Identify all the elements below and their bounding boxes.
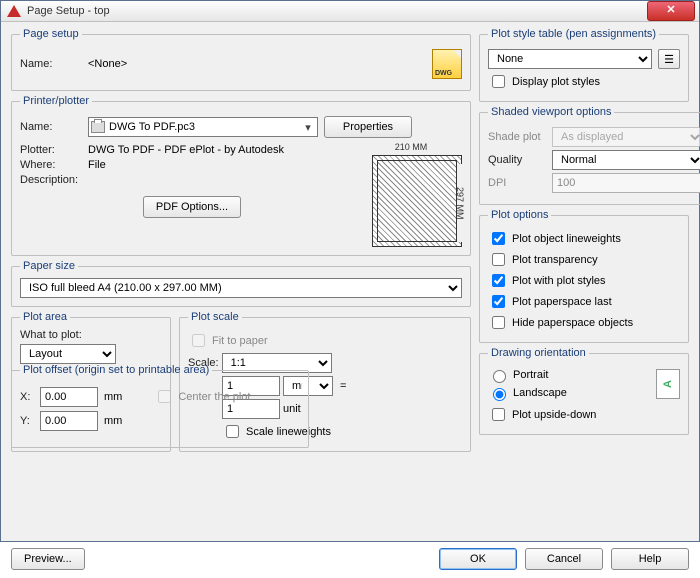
cancel-button[interactable]: Cancel (525, 548, 603, 570)
dpi-label: DPI (488, 177, 546, 189)
plot-option-checkbox[interactable] (492, 253, 505, 266)
upside-down-label: Plot upside-down (512, 409, 596, 421)
offset-x-label: X: (20, 391, 34, 403)
dialog-window: Page Setup - top ✕ Page setup Name: <Non… (0, 0, 700, 542)
list-icon: ☰ (664, 53, 674, 66)
description-label: Description: (20, 174, 82, 186)
properties-button[interactable]: Properties (324, 116, 412, 138)
display-plot-styles-checkbox[interactable] (492, 75, 505, 88)
page-name-label: Name: (20, 58, 82, 70)
where-value: File (88, 159, 106, 171)
preview-button[interactable]: Preview... (11, 548, 85, 570)
shaded-viewport-group: Shaded viewport options Shade plot As dis… (479, 106, 700, 205)
plot-option-checkbox[interactable] (492, 232, 505, 245)
printer-name-label: Name: (20, 121, 82, 133)
plot-option-row: Hide paperspace objects (488, 313, 680, 332)
what-to-plot-label: What to plot: (20, 329, 162, 341)
shade-plot-select: As displayed (552, 127, 700, 147)
printer-group: Printer/plotter Name: DWG To PDF.pc3 ▾ P… (11, 95, 471, 256)
pdf-options-button[interactable]: PDF Options... (143, 196, 241, 218)
paper-size-legend: Paper size (20, 260, 78, 272)
shade-plot-label: Shade plot (488, 131, 546, 143)
help-button[interactable]: Help (611, 548, 689, 570)
printer-name-select[interactable]: DWG To PDF.pc3 ▾ (88, 117, 318, 137)
landscape-radio[interactable] (493, 388, 506, 401)
portrait-label: Portrait (513, 369, 548, 381)
plot-options-legend: Plot options (488, 209, 551, 221)
app-icon (7, 5, 21, 17)
window-title: Page Setup - top (27, 5, 647, 17)
plot-options-group: Plot options Plot object lineweights Plot… (479, 209, 689, 343)
plot-option-label: Plot object lineweights (512, 233, 621, 245)
orientation-icon: A (656, 369, 680, 399)
plot-option-checkbox[interactable] (492, 274, 505, 287)
plot-option-checkbox[interactable] (492, 295, 505, 308)
page-setup-group: Page setup Name: <None> DWG (11, 28, 471, 91)
paper-preview: 210 MM 297 MM (372, 155, 462, 247)
center-plot-checkbox (158, 390, 171, 403)
chevron-down-icon: ▾ (301, 121, 315, 134)
plot-option-label: Plot with plot styles (512, 275, 606, 287)
plot-option-label: Plot transparency (512, 254, 598, 266)
plot-option-row: Plot with plot styles (488, 271, 680, 290)
portrait-radio[interactable] (493, 370, 506, 383)
paper-size-select[interactable]: ISO full bleed A4 (210.00 x 297.00 MM) (20, 278, 462, 298)
page-name-value: <None> (88, 58, 127, 70)
plotter-value: DWG To PDF - PDF ePlot - by Autodesk (88, 144, 284, 156)
plot-offset-legend: Plot offset (origin set to printable are… (20, 364, 212, 376)
plot-style-group: Plot style table (pen assignments) None … (479, 28, 689, 102)
printer-icon (91, 121, 105, 133)
plot-option-label: Plot paperspace last (512, 296, 612, 308)
equals-label: = (336, 380, 350, 392)
orientation-group: Drawing orientation Portrait Landscape A… (479, 347, 689, 435)
quality-label: Quality (488, 154, 546, 166)
plot-style-edit-button[interactable]: ☰ (658, 49, 680, 69)
orientation-legend: Drawing orientation (488, 347, 589, 359)
plot-option-checkbox[interactable] (492, 316, 505, 329)
dpi-input (552, 173, 700, 193)
display-plot-styles-label: Display plot styles (512, 76, 600, 88)
plot-option-row: Plot transparency (488, 250, 680, 269)
plot-scale-legend: Plot scale (188, 311, 242, 323)
offset-y-input[interactable] (40, 411, 98, 431)
paper-size-group: Paper size ISO full bleed A4 (210.00 x 2… (11, 260, 471, 307)
what-to-plot-select[interactable]: Layout (20, 344, 116, 364)
fit-to-paper-label: Fit to paper (212, 335, 268, 347)
right-column: Plot style table (pen assignments) None … (479, 28, 689, 540)
where-label: Where: (20, 159, 82, 171)
offset-y-unit: mm (104, 415, 122, 427)
quality-select[interactable]: Normal (552, 150, 700, 170)
center-plot-label: Center the plot (178, 391, 250, 403)
offset-y-label: Y: (20, 415, 34, 427)
page-setup-legend: Page setup (20, 28, 82, 40)
plot-style-legend: Plot style table (pen assignments) (488, 28, 659, 40)
plotter-label: Plotter: (20, 144, 82, 156)
dialog-body: Page setup Name: <None> DWG Printer/plot… (1, 22, 699, 544)
landscape-label: Landscape (513, 387, 567, 399)
preview-width-label: 210 MM (373, 142, 449, 152)
dwg-icon: DWG (432, 49, 462, 79)
offset-x-unit: mm (104, 391, 122, 403)
shaded-legend: Shaded viewport options (488, 106, 614, 118)
plot-area-legend: Plot area (20, 311, 70, 323)
plot-offset-group: Plot offset (origin set to printable are… (11, 364, 309, 448)
printer-legend: Printer/plotter (20, 95, 92, 107)
ok-button[interactable]: OK (439, 548, 517, 570)
dialog-footer: Preview... OK Cancel Help (1, 544, 699, 578)
fit-to-paper-checkbox (192, 334, 205, 347)
plot-option-row: Plot paperspace last (488, 292, 680, 311)
upside-down-checkbox[interactable] (492, 408, 505, 421)
plot-option-label: Hide paperspace objects (512, 317, 633, 329)
plot-option-row: Plot object lineweights (488, 229, 680, 248)
titlebar: Page Setup - top ✕ (1, 1, 699, 22)
plot-style-select[interactable]: None (488, 49, 652, 69)
close-button[interactable]: ✕ (647, 1, 695, 21)
offset-x-input[interactable] (40, 387, 98, 407)
left-column: Page setup Name: <None> DWG Printer/plot… (11, 28, 471, 540)
